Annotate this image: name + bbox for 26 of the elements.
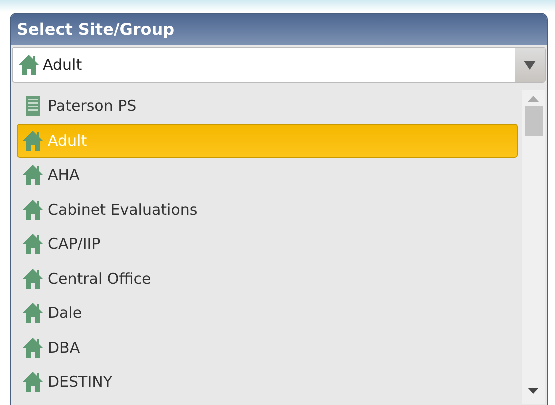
panel-title: Select Site/Group — [11, 14, 547, 45]
scroll-up-icon[interactable] — [528, 96, 539, 102]
house-icon — [22, 198, 44, 221]
dropdown-button[interactable] — [515, 48, 545, 82]
house-icon — [22, 302, 44, 324]
house-icon — [22, 336, 44, 359]
list-item[interactable]: Cabinet Evaluations — [17, 192, 518, 227]
list-item[interactable]: DESTINY — [17, 365, 518, 400]
house-icon — [22, 130, 44, 152]
house-icon — [22, 268, 44, 290]
caret-icon — [524, 60, 536, 70]
selected-value: Adult — [43, 54, 82, 76]
scrollbar[interactable] — [522, 90, 545, 404]
site-group-dropdown[interactable]: Adult — [12, 47, 546, 83]
list-item[interactable]: AHA — [17, 158, 518, 192]
list-item[interactable]: CAP/IIP — [17, 227, 518, 262]
house-icon — [22, 164, 44, 186]
list-item[interactable]: Central Office — [17, 262, 518, 296]
list-item[interactable]: Paterson PS — [17, 89, 518, 124]
house-icon — [18, 54, 40, 76]
house-icon — [22, 233, 44, 256]
list-item[interactable]: DBA — [17, 330, 518, 365]
scrollbar-thumb[interactable] — [524, 106, 542, 136]
list-item[interactable]: Dale — [17, 296, 518, 330]
scroll-down-icon[interactable] — [528, 388, 539, 394]
house-icon — [22, 371, 44, 394]
